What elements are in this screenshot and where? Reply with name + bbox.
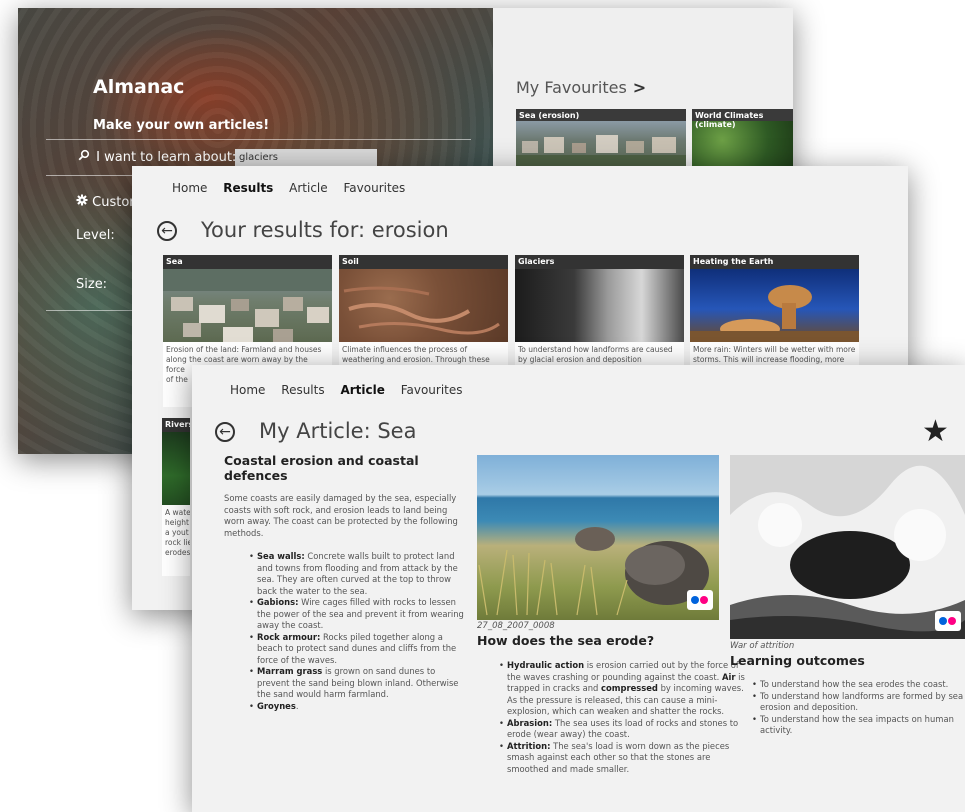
nav-article[interactable]: Article: [289, 181, 328, 195]
top-nav: Home Results Article Favourites: [172, 181, 417, 195]
nav-home[interactable]: Home: [230, 383, 265, 397]
favourite-tile[interactable]: World Climates (climate): [692, 109, 793, 169]
result-label: Rivers: [162, 418, 190, 432]
section-title: Coastal erosion and coastal defences: [224, 453, 419, 483]
divider: [46, 139, 471, 140]
result-image: [162, 432, 190, 505]
photo-caption: 27_08_2007_0008: [477, 621, 555, 631]
result-label: Glaciers: [515, 255, 684, 269]
learn-about-label: I want to learn about:: [96, 150, 237, 165]
results-heading: Your results for: erosion: [201, 218, 449, 242]
result-image: [339, 269, 508, 342]
desc-line: Erosion of the land: Farmland and houses: [166, 345, 322, 354]
favourite-label: Sea (erosion): [516, 109, 686, 121]
section-title: How does the sea erode?: [477, 633, 655, 648]
desc-line: To understand how landforms are caused: [518, 345, 673, 354]
desc-line: height: [165, 518, 189, 527]
desc-line: weathering and erosion. Through these: [342, 355, 490, 364]
result-image: [515, 269, 684, 342]
learn-about-row: I want to learn about:: [78, 149, 236, 165]
level-label: Level:: [76, 228, 115, 243]
result-label: Soil: [339, 255, 508, 269]
list-item: Abrasion: The sea uses its load of rocks…: [499, 718, 747, 741]
chevron-right-icon: >: [632, 78, 647, 97]
article-column-defences: Coastal erosion and coastal defences Som…: [224, 453, 464, 712]
sea-photo: [477, 455, 719, 620]
favourite-tile[interactable]: Sea (erosion): [516, 109, 686, 169]
result-description: A wate height a yout rock lie erodes: [162, 505, 190, 561]
size-label: Size:: [76, 277, 108, 292]
result-card[interactable]: Rivers A wate height a yout rock lie ero…: [162, 418, 190, 576]
desc-line: rock lie: [165, 538, 190, 547]
desc-line: Climate influences the process of: [342, 345, 468, 354]
flickr-icon[interactable]: [687, 590, 713, 610]
list-item: Marram grass is grown on sand dunes to p…: [249, 666, 464, 701]
nav-home[interactable]: Home: [172, 181, 207, 195]
list-item: To understand how the sea erodes the coa…: [752, 679, 965, 691]
list-item: To understand how the sea impacts on hum…: [752, 714, 965, 737]
list-item: Groynes.: [249, 701, 464, 713]
favourite-star-icon[interactable]: ★: [922, 417, 949, 447]
learn-about-input[interactable]: [235, 149, 377, 166]
result-image: [690, 269, 859, 342]
list-item: Gabions: Wire cages filled with rocks to…: [249, 597, 464, 632]
list-item: Rock armour: Rocks piled together along …: [249, 632, 464, 667]
photo-caption: War of attrition: [730, 641, 795, 651]
list-item: Attrition: The sea's load is worn down a…: [499, 741, 747, 776]
nav-favourites[interactable]: Favourites: [343, 181, 405, 195]
article-window: Home Results Article Favourites ← My Art…: [192, 365, 965, 812]
result-image: [163, 269, 332, 342]
nav-results[interactable]: Results: [223, 181, 273, 195]
article-heading: My Article: Sea: [259, 419, 417, 443]
app-title: Almanac: [93, 76, 185, 98]
wave-photo: [730, 455, 965, 639]
list-item: To understand how landforms are formed b…: [752, 691, 965, 714]
erosion-list: Hydraulic action is erosion carried out …: [474, 660, 747, 775]
desc-line: by glacial erosion and deposition: [518, 355, 642, 364]
desc-line: More rain: Winters will be wetter with m…: [693, 345, 856, 354]
top-nav: Home Results Article Favourites: [230, 383, 475, 397]
section-intro: Some coasts are easily damaged by the se…: [224, 493, 458, 538]
back-arrow-icon[interactable]: ←: [215, 422, 235, 442]
search-icon: [78, 149, 92, 164]
result-label: Sea: [163, 255, 332, 269]
nav-article[interactable]: Article: [340, 383, 384, 397]
favourite-label: World Climates (climate): [692, 109, 793, 129]
desc-line: storms. This will increase flooding, mor…: [693, 355, 845, 364]
desc-line: a yout: [165, 528, 189, 537]
make-articles-heading: Make your own articles!: [93, 118, 270, 133]
section-title: Learning outcomes: [730, 653, 865, 668]
result-label: Heating the Earth: [690, 255, 859, 269]
back-arrow-icon[interactable]: ←: [157, 221, 177, 241]
gear-icon: [76, 194, 92, 210]
list-item: Sea walls: Concrete walls built to prote…: [249, 551, 464, 597]
defences-list: Sea walls: Concrete walls built to prote…: [224, 551, 464, 712]
favourites-title: My Favourites: [516, 78, 627, 97]
learning-outcomes-list: To understand how the sea erodes the coa…: [727, 679, 965, 737]
nav-favourites[interactable]: Favourites: [401, 383, 463, 397]
desc-line: erodes: [165, 548, 190, 557]
my-favourites-link[interactable]: My Favourites >: [516, 78, 646, 97]
nav-results[interactable]: Results: [281, 383, 324, 397]
desc-line: A wate: [165, 508, 190, 517]
list-item: Hydraulic action is erosion carried out …: [499, 660, 747, 718]
favourite-image: [516, 121, 686, 169]
flickr-icon[interactable]: [935, 611, 961, 631]
